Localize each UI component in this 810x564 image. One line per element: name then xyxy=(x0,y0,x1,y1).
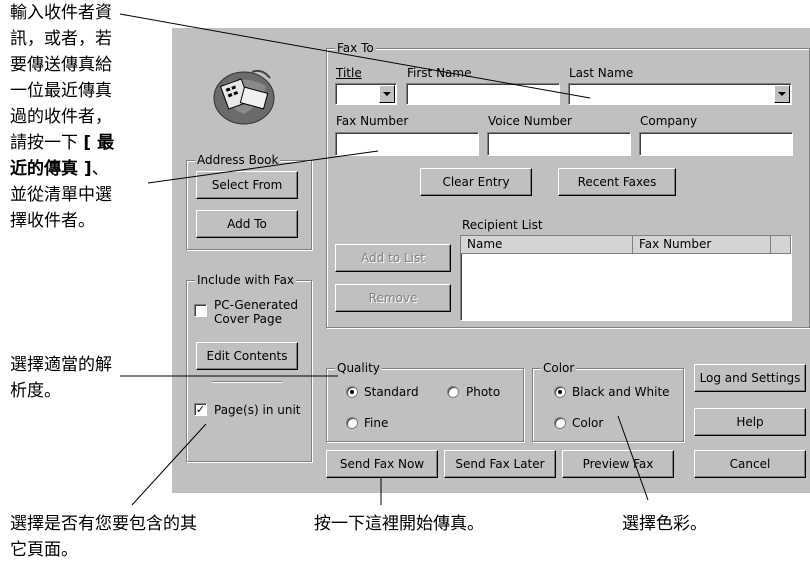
standard-radio[interactable] xyxy=(346,386,358,398)
pages-in-unit-checkbox[interactable]: ✓ xyxy=(194,403,207,416)
black-and-white-label: Black and White xyxy=(572,385,670,399)
color-label: Color xyxy=(572,416,604,430)
cover-page-checkbox[interactable] xyxy=(194,304,207,317)
pages-in-unit-label: Page(s) in unit xyxy=(214,403,301,417)
recent-faxes-button[interactable]: Recent Faxes xyxy=(558,168,676,196)
color-group: Color xyxy=(532,361,684,442)
annotation-line: 一位最近傳真 xyxy=(10,81,112,101)
help-button[interactable]: Help xyxy=(694,408,806,436)
annotation-line: 要傳送傳真給 xyxy=(10,55,112,75)
send-fax-later-button[interactable]: Send Fax Later xyxy=(444,450,556,478)
add-to-button[interactable]: Add To xyxy=(196,210,298,238)
log-and-settings-button[interactable]: Log and Settings xyxy=(694,364,806,392)
annotation-send: 按一下這裡開始傳真。 xyxy=(314,514,484,534)
include-divider xyxy=(212,381,282,383)
annotation-resolution: 選擇適當的解 析度。 xyxy=(10,352,112,404)
annotation-text: 請按一下 xyxy=(10,133,84,153)
extra-column-header[interactable] xyxy=(771,236,791,254)
color-title: Color xyxy=(541,361,577,375)
annotation-line: 輸入收件者資 xyxy=(10,3,112,23)
annotation-bold: 近的傳真 ] xyxy=(10,159,92,179)
clear-entry-button[interactable]: Clear Entry xyxy=(420,168,532,196)
annotation-line: 選擇是否有您要包含的其 xyxy=(10,514,197,534)
photo-label: Photo xyxy=(466,385,501,399)
fine-radio[interactable] xyxy=(346,417,358,429)
annotation-line: 近的傳真 ]、 xyxy=(10,156,114,182)
preview-fax-button[interactable]: Preview Fax xyxy=(562,450,674,478)
cover-page-label-2: Cover Page xyxy=(214,312,283,326)
annotation-line: 選擇適當的解 xyxy=(10,355,112,375)
annotation-line: 擇收件者。 xyxy=(10,211,95,231)
annotation-line: 請按一下 [ 最 xyxy=(10,130,114,156)
annotation-line: 它頁面。 xyxy=(10,540,78,560)
annotation-text: 、 xyxy=(91,159,109,179)
fine-label: Fine xyxy=(364,416,389,430)
fax-dialog: Fax To Title First Name Last Name Fax Nu… xyxy=(172,28,810,493)
fax-to-group-title: Fax To xyxy=(335,41,376,55)
company-input[interactable] xyxy=(639,132,793,156)
quality-group: Quality xyxy=(326,361,524,442)
company-label: Company xyxy=(640,114,698,128)
name-column-header[interactable]: Name xyxy=(461,236,633,254)
first-name-input[interactable] xyxy=(406,83,560,105)
voice-number-label: Voice Number xyxy=(488,114,572,128)
fax-number-input[interactable] xyxy=(335,132,479,156)
annotation-line: 析度。 xyxy=(10,381,61,401)
voice-number-input[interactable] xyxy=(487,132,631,156)
last-name-select[interactable] xyxy=(568,83,792,105)
include-with-fax-title: Include with Fax xyxy=(195,273,297,287)
color-radio[interactable] xyxy=(554,417,566,429)
first-name-label: First Name xyxy=(407,66,472,80)
remove-button[interactable]: Remove xyxy=(335,284,451,312)
black-and-white-radio[interactable] xyxy=(554,386,566,398)
cover-page-label-1: PC-Generated xyxy=(214,298,299,312)
annotation-line: 訊，或者，若 xyxy=(10,29,112,49)
standard-label: Standard xyxy=(364,385,419,399)
cancel-button[interactable]: Cancel xyxy=(694,450,806,478)
photo-radio[interactable] xyxy=(447,386,459,398)
quality-title: Quality xyxy=(335,361,382,375)
annotation-color: 選擇色彩。 xyxy=(622,514,707,534)
annotation-line: 並從清單中選 xyxy=(10,185,112,205)
edit-contents-button[interactable]: Edit Contents xyxy=(196,342,298,370)
annotation-bold: [ 最 xyxy=(83,133,115,153)
last-name-dropdown-icon[interactable] xyxy=(774,85,790,103)
recipient-list-label: Recipient List xyxy=(462,218,543,232)
address-book-title: Address Book xyxy=(195,153,281,167)
recipient-list[interactable]: Name Fax Number xyxy=(460,235,792,321)
send-fax-now-button[interactable]: Send Fax Now xyxy=(326,450,438,478)
fax-machine-icon xyxy=(204,64,284,126)
select-from-button[interactable]: Select From xyxy=(196,171,298,199)
title-label: Title xyxy=(336,66,362,80)
title-dropdown-icon[interactable] xyxy=(379,85,395,103)
annotation-line: 過的收件者， xyxy=(10,107,112,127)
annotation-pages: 選擇是否有您要包含的其 它頁面。 xyxy=(10,511,197,563)
fax-number-column-header[interactable]: Fax Number xyxy=(633,236,771,254)
add-to-list-button[interactable]: Add to List xyxy=(335,244,451,272)
fax-number-label: Fax Number xyxy=(336,114,409,128)
last-name-label: Last Name xyxy=(569,66,634,80)
annotation-recipient: 輸入收件者資 訊，或者，若 要傳送傳真給 一位最近傳真 過的收件者， 請按一下 … xyxy=(10,0,114,234)
